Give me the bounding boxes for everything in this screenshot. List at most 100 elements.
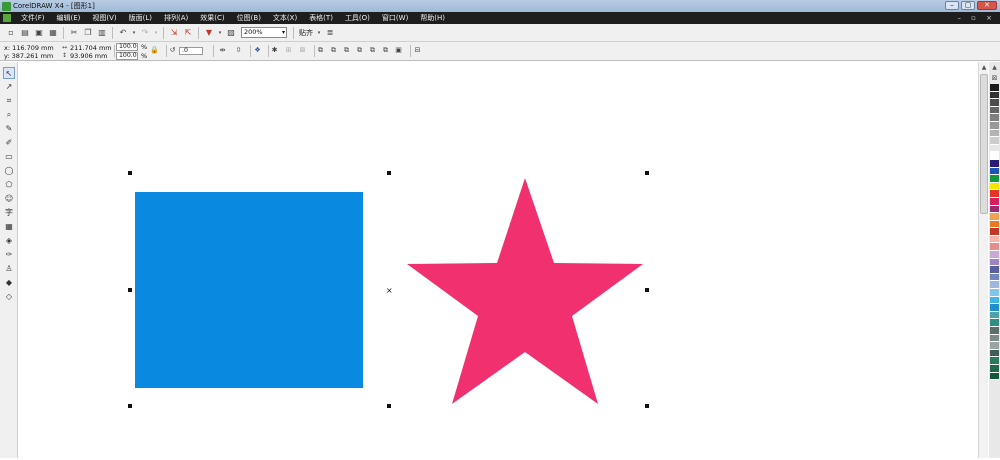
redo-icon[interactable]: ↷ xyxy=(139,27,151,39)
menu-text[interactable]: 文本(X) xyxy=(267,13,303,23)
simplify-icon[interactable]: ⧉ xyxy=(355,46,364,55)
create-boundary-icon[interactable]: ▣ xyxy=(394,46,403,55)
menu-effects[interactable]: 效果(C) xyxy=(194,13,230,23)
color-swatch[interactable] xyxy=(990,251,999,259)
minimize-button[interactable]: – xyxy=(945,1,959,10)
text-tool-icon[interactable]: 字 xyxy=(3,207,15,219)
import-icon[interactable]: ⇲ xyxy=(168,27,180,39)
color-swatch[interactable] xyxy=(990,197,999,206)
color-swatch[interactable] xyxy=(990,357,999,365)
shape-tool-icon[interactable]: ↗ xyxy=(3,81,15,93)
color-swatch[interactable] xyxy=(990,220,999,229)
mirror-horizontal-icon[interactable]: ⇹ xyxy=(218,46,227,55)
open-icon[interactable]: ▤ xyxy=(19,27,31,39)
ungroup-icon[interactable]: ✱ xyxy=(270,46,279,55)
rectangle-tool-icon[interactable]: ▭ xyxy=(3,151,15,163)
crop-tool-icon[interactable]: ⌗ xyxy=(3,95,15,107)
menu-arrange[interactable]: 排列(A) xyxy=(158,13,194,23)
color-swatch[interactable] xyxy=(990,289,999,297)
smart-fill-tool-icon[interactable]: ✐ xyxy=(3,137,15,149)
outline-tool-icon[interactable]: ♙ xyxy=(3,263,15,275)
save-icon[interactable]: ▣ xyxy=(33,27,45,39)
launcher-dropdown-icon[interactable]: ▾ xyxy=(217,27,223,39)
color-swatch[interactable] xyxy=(990,175,999,183)
pick-tool-icon[interactable]: ↖ xyxy=(3,67,15,79)
scroll-thumb[interactable] xyxy=(980,74,988,214)
group-icon[interactable]: ❖ xyxy=(253,46,262,55)
color-swatch[interactable] xyxy=(990,228,999,236)
color-swatch[interactable] xyxy=(990,205,999,214)
color-swatch[interactable] xyxy=(990,319,999,327)
selection-handle[interactable] xyxy=(387,404,391,408)
y-position-field[interactable]: y: 387.261 mm xyxy=(4,52,53,60)
front-minus-back-icon[interactable]: ⧉ xyxy=(368,46,377,55)
color-swatch[interactable] xyxy=(990,167,999,176)
menu-window[interactable]: 窗口(W) xyxy=(376,13,414,23)
no-color-icon[interactable]: ⊠ xyxy=(990,74,999,83)
color-swatch[interactable] xyxy=(990,235,999,244)
color-swatch[interactable] xyxy=(990,372,999,381)
document-window-controls-icon[interactable]: – ▫ × xyxy=(957,14,996,22)
selection-handle[interactable] xyxy=(387,171,391,175)
freehand-tool-icon[interactable]: ✎ xyxy=(3,123,15,135)
table-tool-icon[interactable]: ▦ xyxy=(3,221,15,233)
selection-handle[interactable] xyxy=(645,288,649,292)
color-swatch[interactable] xyxy=(990,258,999,267)
menu-bitmaps[interactable]: 位图(B) xyxy=(231,13,267,23)
color-swatch[interactable] xyxy=(990,364,999,373)
selection-handle[interactable] xyxy=(645,404,649,408)
color-swatch[interactable] xyxy=(990,144,999,153)
color-swatch[interactable] xyxy=(990,106,999,115)
color-swatch[interactable] xyxy=(990,84,999,92)
pink-star[interactable] xyxy=(407,178,643,404)
color-swatch[interactable] xyxy=(990,273,999,282)
lock-ratio-icon[interactable]: 🔒 xyxy=(150,46,159,55)
trim-icon[interactable]: ⧉ xyxy=(329,46,338,55)
selection-handle[interactable] xyxy=(128,171,132,175)
color-swatch[interactable] xyxy=(990,121,999,130)
menu-file[interactable]: 文件(F) xyxy=(15,13,51,23)
color-swatch[interactable] xyxy=(990,137,999,145)
eyedropper-tool-icon[interactable]: ✑ xyxy=(3,249,15,261)
menu-help[interactable]: 帮助(H) xyxy=(414,13,451,23)
color-swatch[interactable] xyxy=(990,213,999,221)
color-swatch[interactable] xyxy=(990,327,999,335)
print-icon[interactable]: ▦ xyxy=(47,27,59,39)
selection-handle[interactable] xyxy=(128,404,132,408)
menu-layout[interactable]: 版面(L) xyxy=(123,13,158,23)
combine-icon[interactable]: ⊠ xyxy=(298,46,307,55)
x-position-field[interactable]: x: 116.709 mm xyxy=(4,44,54,52)
color-swatch[interactable] xyxy=(990,349,999,358)
color-swatch[interactable] xyxy=(990,304,999,312)
height-field[interactable]: 93.906 mm xyxy=(70,52,107,60)
zoom-tool-icon[interactable]: ⌕ xyxy=(3,109,15,121)
document-icon[interactable] xyxy=(3,14,11,22)
selection-handle[interactable] xyxy=(645,171,649,175)
blue-rectangle[interactable] xyxy=(135,192,363,388)
application-launcher-icon[interactable]: ▼ xyxy=(203,27,215,39)
interactive-blend-tool-icon[interactable]: ◈ xyxy=(3,235,15,247)
selection-center-marker[interactable]: × xyxy=(386,286,393,295)
snap-dropdown-icon[interactable]: ▾ xyxy=(316,27,322,39)
color-swatch[interactable] xyxy=(990,243,999,252)
paste-icon[interactable]: ▥ xyxy=(96,27,108,39)
ungroup-all-icon[interactable]: ⊞ xyxy=(284,46,293,55)
menu-view[interactable]: 视图(V) xyxy=(86,13,122,23)
selection-handle[interactable] xyxy=(128,288,132,292)
new-icon[interactable]: ▫ xyxy=(5,27,17,39)
color-swatch[interactable] xyxy=(990,190,999,198)
maximize-button[interactable]: ▢ xyxy=(961,1,975,10)
welcome-screen-icon[interactable]: ▨ xyxy=(225,27,237,39)
color-swatch[interactable] xyxy=(990,281,999,290)
zoom-level-select[interactable]: 200% ▾ xyxy=(241,27,287,38)
align-distribute-icon[interactable]: ⊟ xyxy=(413,46,422,55)
export-icon[interactable]: ⇱ xyxy=(182,27,194,39)
ellipse-tool-icon[interactable]: ◯ xyxy=(3,165,15,177)
color-swatch[interactable] xyxy=(990,296,999,305)
interactive-fill-tool-icon[interactable]: ◇ xyxy=(3,291,15,303)
vertical-scrollbar[interactable]: ▲ xyxy=(978,62,988,458)
menu-edit[interactable]: 编辑(E) xyxy=(51,13,87,23)
color-swatch[interactable] xyxy=(990,91,999,100)
cut-icon[interactable]: ✂ xyxy=(68,27,80,39)
scroll-up-icon[interactable]: ▲ xyxy=(980,64,988,72)
